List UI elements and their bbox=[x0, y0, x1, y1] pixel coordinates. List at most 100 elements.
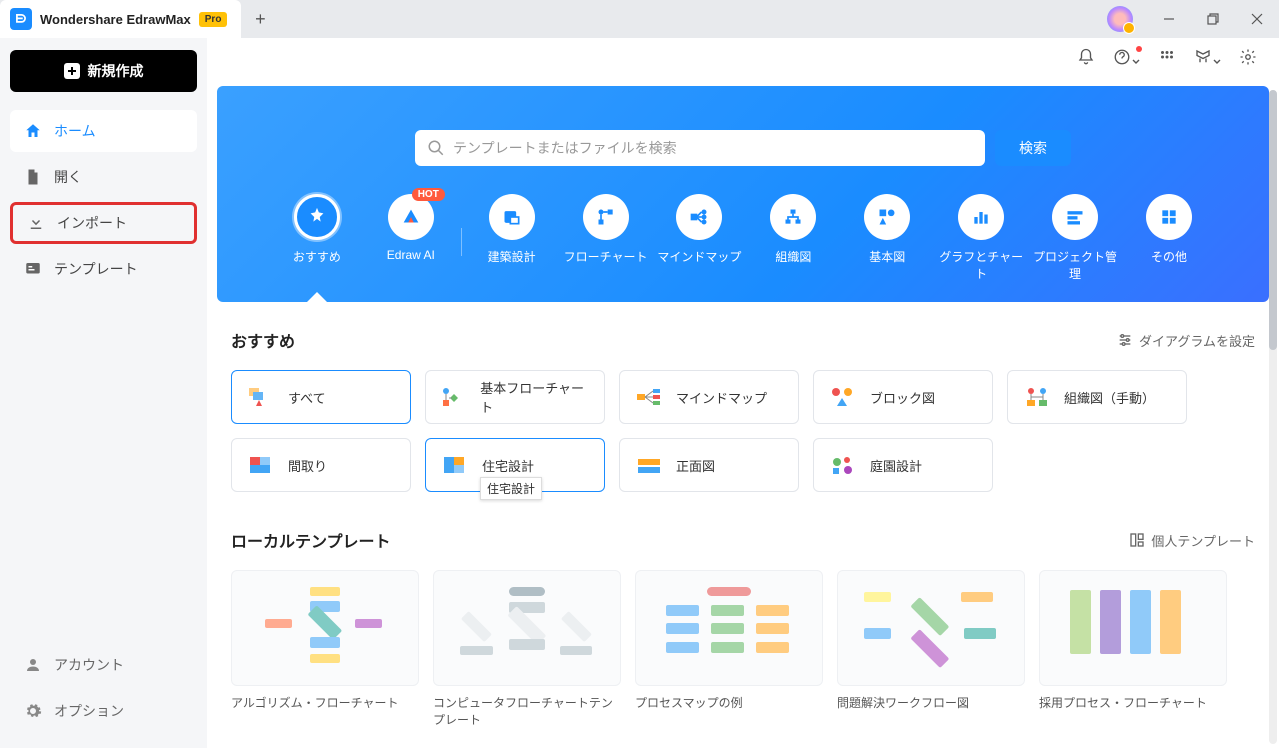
template-card[interactable]: プロセスマップの例 bbox=[635, 570, 823, 728]
close-button[interactable] bbox=[1235, 0, 1279, 38]
category-other[interactable]: その他 bbox=[1125, 194, 1213, 282]
garden-icon bbox=[828, 454, 858, 476]
apps-icon[interactable] bbox=[1158, 48, 1176, 71]
gear-icon bbox=[24, 702, 42, 720]
user-avatar[interactable] bbox=[1107, 6, 1133, 32]
template-card[interactable]: アルゴリズム・フローチャート bbox=[231, 570, 419, 728]
category-edrawai[interactable]: HOT Edraw AI bbox=[367, 194, 455, 282]
maximize-button[interactable] bbox=[1191, 0, 1235, 38]
pro-badge: Pro bbox=[199, 12, 228, 27]
filter-floorplan[interactable]: 間取り bbox=[231, 438, 411, 492]
category-label: マインドマップ bbox=[657, 248, 741, 265]
scrollbar-thumb[interactable] bbox=[1269, 90, 1277, 350]
category-label: フローチャート bbox=[564, 248, 648, 265]
search-button[interactable]: 検索 bbox=[995, 130, 1071, 166]
main-panel: 検索 おすすめ HOT Edraw AI bbox=[207, 38, 1279, 748]
search-input[interactable] bbox=[453, 140, 973, 156]
filter-block[interactable]: ブロック図 bbox=[813, 370, 993, 424]
template-thumbnail bbox=[231, 570, 419, 686]
template-card[interactable]: 採用プロセス・フローチャート bbox=[1039, 570, 1227, 728]
category-arch[interactable]: 建築設計 bbox=[468, 194, 556, 282]
sidebar-item-label: テンプレート bbox=[54, 259, 138, 279]
filter-label: 組織図（手動） bbox=[1064, 388, 1155, 407]
filter-garden[interactable]: 庭園設計 bbox=[813, 438, 993, 492]
theme-icon[interactable] bbox=[1194, 48, 1221, 71]
template-thumbnail bbox=[433, 570, 621, 686]
category-label: グラフとチャート bbox=[937, 248, 1025, 282]
minimize-button[interactable] bbox=[1147, 0, 1191, 38]
category-flow[interactable]: フローチャート bbox=[562, 194, 650, 282]
filter-label: マインドマップ bbox=[676, 388, 767, 407]
category-org[interactable]: 組織図 bbox=[749, 194, 837, 282]
configure-label: ダイアグラムを設定 bbox=[1139, 331, 1255, 350]
category-basic[interactable]: 基本図 bbox=[843, 194, 931, 282]
home-icon bbox=[24, 122, 42, 140]
category-label: その他 bbox=[1151, 248, 1187, 265]
filter-label: ブロック図 bbox=[870, 388, 935, 407]
window-controls bbox=[1107, 0, 1279, 38]
template-label: アルゴリズム・フローチャート bbox=[231, 694, 419, 711]
template-card[interactable]: 問題解決ワークフロー図 bbox=[837, 570, 1025, 728]
personal-templates-link[interactable]: 個人テンプレート bbox=[1129, 531, 1255, 550]
filter-elevation[interactable]: 正面図 bbox=[619, 438, 799, 492]
settings-icon[interactable] bbox=[1239, 48, 1257, 71]
category-project[interactable]: プロジェクト管理 bbox=[1031, 194, 1119, 282]
category-recommend[interactable]: おすすめ bbox=[273, 194, 361, 282]
sidebar-item-label: ホーム bbox=[54, 121, 96, 141]
sidebar-item-templates[interactable]: テンプレート bbox=[10, 248, 197, 290]
category-label: 建築設計 bbox=[488, 248, 536, 265]
category-chart[interactable]: グラフとチャート bbox=[937, 194, 1025, 282]
filter-label: 基本フローチャート bbox=[480, 378, 590, 416]
template-thumbnail bbox=[837, 570, 1025, 686]
new-document-button[interactable]: 新規作成 bbox=[10, 50, 197, 92]
elevation-icon bbox=[634, 454, 664, 476]
personal-label: 個人テンプレート bbox=[1151, 531, 1255, 550]
category-label: 組織図 bbox=[775, 248, 811, 265]
app-title: Wondershare EdrawMax bbox=[40, 12, 191, 27]
new-button-label: 新規作成 bbox=[88, 61, 144, 81]
titlebar: Wondershare EdrawMax Pro + bbox=[0, 0, 1279, 38]
sidebar-item-import[interactable]: インポート bbox=[10, 202, 197, 244]
sidebar: 新規作成 ホーム 開く インポート テンプレート アカウント オプション bbox=[0, 38, 207, 748]
floorplan-icon bbox=[246, 454, 276, 476]
house-icon bbox=[440, 454, 470, 476]
template-label: 問題解決ワークフロー図 bbox=[837, 694, 1025, 711]
template-card[interactable]: コンピュータフローチャートテンプレート bbox=[433, 570, 621, 728]
sidebar-item-label: 開く bbox=[54, 167, 82, 187]
template-thumbnail bbox=[1039, 570, 1227, 686]
sidebar-item-label: オプション bbox=[54, 701, 124, 721]
sidebar-item-home[interactable]: ホーム bbox=[10, 110, 197, 152]
filter-all[interactable]: すべて bbox=[231, 370, 411, 424]
bell-icon[interactable] bbox=[1077, 48, 1095, 71]
import-icon bbox=[27, 214, 45, 232]
hero-banner: 検索 おすすめ HOT Edraw AI bbox=[217, 86, 1269, 302]
filter-orgmanual[interactable]: 組織図（手動） bbox=[1007, 370, 1187, 424]
search-box bbox=[415, 130, 985, 166]
filter-basicflow[interactable]: 基本フローチャート bbox=[425, 370, 605, 424]
category-label: Edraw AI bbox=[387, 248, 435, 262]
sidebar-item-options[interactable]: オプション bbox=[10, 690, 197, 732]
filter-mindmap[interactable]: マインドマップ bbox=[619, 370, 799, 424]
app-logo-icon bbox=[10, 8, 32, 30]
configure-diagram-link[interactable]: ダイアグラムを設定 bbox=[1117, 331, 1255, 350]
category-label: プロジェクト管理 bbox=[1031, 248, 1119, 282]
hot-badge: HOT bbox=[412, 188, 445, 201]
scrollbar[interactable] bbox=[1269, 90, 1277, 744]
new-tab-button[interactable]: + bbox=[241, 9, 279, 30]
recommend-section: おすすめ ダイアグラムを設定 すべて 基本フローチャート bbox=[207, 302, 1279, 502]
file-icon bbox=[24, 168, 42, 186]
filter-house[interactable]: 住宅設計 住宅設計 bbox=[425, 438, 605, 492]
help-icon[interactable] bbox=[1113, 48, 1140, 71]
toolbar-top-right bbox=[1077, 48, 1257, 71]
filter-label: すべて bbox=[288, 388, 326, 407]
category-mindmap[interactable]: マインドマップ bbox=[655, 194, 743, 282]
sidebar-item-account[interactable]: アカウント bbox=[10, 644, 197, 686]
template-label: コンピュータフローチャートテンプレート bbox=[433, 694, 621, 728]
flowchart-icon bbox=[440, 386, 468, 408]
category-label: 基本図 bbox=[869, 248, 905, 265]
sidebar-item-open[interactable]: 開く bbox=[10, 156, 197, 198]
section-title: ローカルテンプレート bbox=[231, 528, 391, 552]
category-divider bbox=[461, 228, 462, 256]
title-tab: Wondershare EdrawMax Pro bbox=[0, 0, 241, 38]
filter-label: 間取り bbox=[288, 456, 327, 475]
